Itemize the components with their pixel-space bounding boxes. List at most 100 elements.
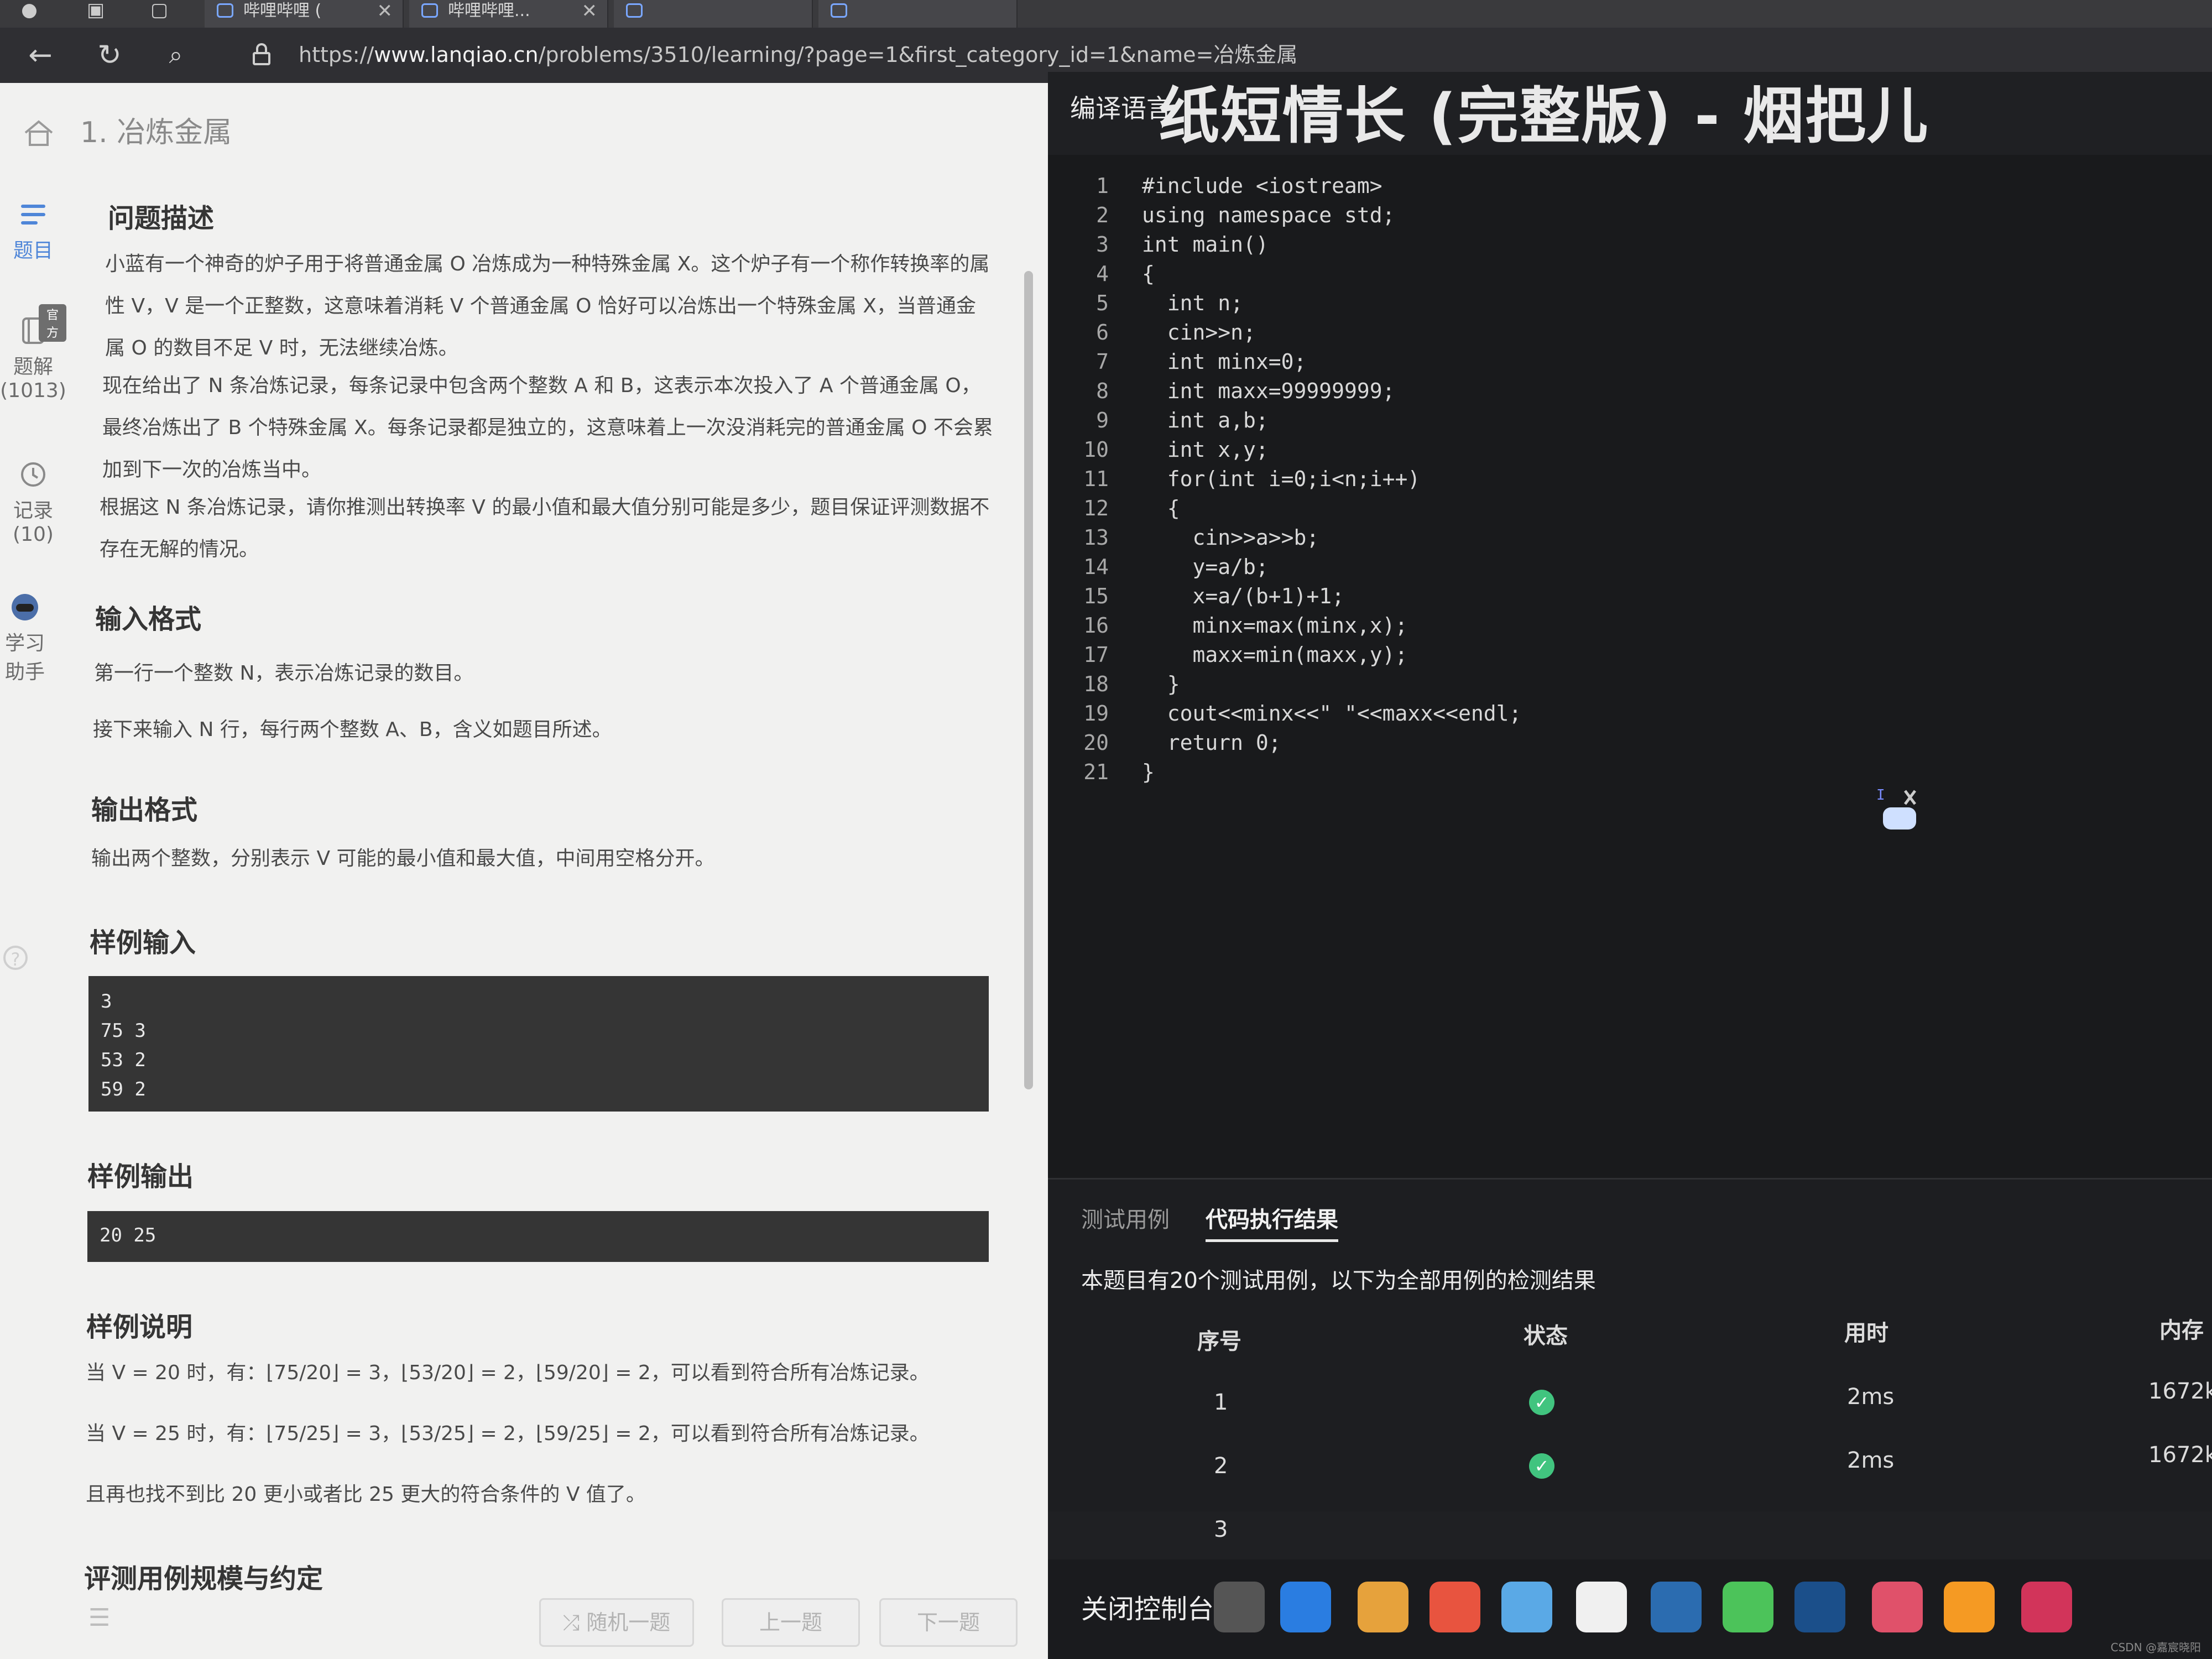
problem-breadcrumb: 1. 冶炼金属 <box>80 116 232 149</box>
line-number: 13 <box>1083 525 1109 550</box>
code-line[interactable]: 7 int minx=0; <box>1048 347 2212 377</box>
code-line[interactable]: 10 int x,y; <box>1048 435 2212 465</box>
explanation-paragraph-2: 当 V = 25 时，有：⌊75/25⌋ = 3，⌊53/25⌋ = 2，⌊59… <box>86 1422 930 1445</box>
code-line[interactable]: 11 for(int i=0;i<n;i++) <box>1048 465 2212 494</box>
code-line[interactable]: 21} <box>1048 758 2212 787</box>
tab-bilibili-1[interactable]: 哔哩哔哩 ( ✕ <box>205 0 404 28</box>
code-line[interactable]: 2 using namespace std; <box>1048 201 2212 230</box>
code-line[interactable]: 9 int a,b; <box>1048 406 2212 435</box>
random-problem-button[interactable]: ⤮ 随机一题 <box>539 1598 694 1647</box>
search-icon[interactable]: ⌕ <box>160 40 191 71</box>
code-line[interactable]: 14 y=a/b; <box>1048 552 2212 582</box>
line-code: maxx=min(maxx,y); <box>1142 643 1408 667</box>
results-panel: 测试用例 代码执行结果 本题目有20个测试用例，以下为全部用例的检测结果 序号 … <box>1048 1180 2212 1542</box>
tab-4[interactable] <box>818 0 1018 28</box>
row-3-index: 3 <box>1214 1517 1228 1542</box>
section-title-sample-explanation: 样例说明 <box>86 1312 193 1343</box>
git-icon[interactable] <box>1430 1582 1480 1632</box>
code-line[interactable]: 8 int maxx=99999999; <box>1048 377 2212 406</box>
line-code: int n; <box>1142 291 1244 315</box>
sidebar-item-records[interactable]: 记录 (10) <box>0 459 66 546</box>
tab-bilibili-2[interactable]: 哔哩哔哩... ✕ <box>409 0 608 28</box>
problem-scrollbar[interactable] <box>1022 166 1035 1604</box>
page-icon <box>626 3 643 18</box>
line-number: 14 <box>1083 555 1109 579</box>
output-paragraph: 输出两个整数，分别表示 V 可能的最小值和最大值，中间用空格分开。 <box>91 847 715 870</box>
input-paragraph-2: 接下来输入 N 行，每行两个整数 A、B，含义如题目所述。 <box>93 718 612 741</box>
refresh-icon[interactable]: ↻ <box>94 40 125 71</box>
code-line[interactable]: 5 int n; <box>1048 289 2212 318</box>
code-line[interactable]: 4{ <box>1048 259 2212 289</box>
line-code: cin>>n; <box>1142 320 1256 345</box>
line-code: minx=max(minx,x); <box>1142 613 1408 638</box>
page-icon <box>831 3 847 18</box>
list-icon <box>21 205 45 225</box>
line-code: y=a/b; <box>1142 555 1269 579</box>
line-number: 16 <box>1083 613 1109 638</box>
devcpp-icon[interactable] <box>1651 1582 1702 1632</box>
wechat-icon[interactable] <box>1723 1582 1773 1632</box>
line-number: 19 <box>1083 701 1109 726</box>
row-1-memory: 1672kb <box>2148 1379 2212 1404</box>
tab-execution-result[interactable]: 代码执行结果 <box>1206 1202 1338 1242</box>
store-icon[interactable] <box>1358 1582 1408 1632</box>
code-editor[interactable]: 1 #include <iostream> 2 using namespace std… <box>1048 155 2212 1178</box>
section-title-description: 问题描述 <box>108 203 215 234</box>
collections-icon[interactable]: ▣ <box>83 0 108 22</box>
code-line[interactable]: 1 #include <iostream> <box>1048 171 2212 201</box>
profile-icon[interactable]: ● <box>17 0 42 22</box>
code-line[interactable]: 19 cout<<minx<<" "<<maxx<<endl; <box>1048 699 2212 728</box>
code-line[interactable]: 20 return 0; <box>1048 728 2212 758</box>
section-title-test-scale: 评测用例规模与约定 <box>84 1563 324 1594</box>
row-2-time: 2ms <box>1847 1448 1895 1473</box>
sidebar-item-assistant[interactable]: 学习助手 <box>0 592 50 685</box>
sidebar-item-problem[interactable]: 题目 <box>0 199 66 263</box>
back-arrow-icon[interactable]: ← <box>25 40 56 71</box>
header-time: 用时 <box>1844 1321 1888 1346</box>
task-view-icon[interactable] <box>1214 1582 1265 1632</box>
code-line[interactable]: 17 maxx=min(maxx,y); <box>1048 640 2212 670</box>
netease-music-icon[interactable] <box>1872 1582 1923 1632</box>
svg-text:I: I <box>1876 787 1885 804</box>
close-console-button[interactable]: 关闭控制台 <box>1081 1587 1214 1626</box>
code-line[interactable]: 18 } <box>1048 670 2212 699</box>
help-icon[interactable]: ? <box>3 946 28 970</box>
qq-icon[interactable] <box>1576 1582 1627 1632</box>
description-paragraph-3: 根据这 N 条冶炼记录，请你推测出转换率 V 的最小值和最大值分别可能是多少，题… <box>100 496 990 561</box>
home-icon[interactable] <box>23 119 54 147</box>
sidebar-item-solutions[interactable]: 官方 题解 (1013) <box>0 304 66 402</box>
input-paragraph-1: 第一行一个整数 N，表示冶炼记录的数目。 <box>94 662 474 685</box>
code-line[interactable]: 12 { <box>1048 494 2212 523</box>
code-line[interactable]: 3 int main() <box>1048 230 2212 259</box>
section-title-sample-output: 样例输出 <box>87 1161 194 1192</box>
code-line[interactable]: 6 cin>>n; <box>1048 318 2212 347</box>
section-title-sample-input: 样例输入 <box>90 927 196 958</box>
line-number: 20 <box>1083 731 1109 755</box>
steam-icon[interactable] <box>1794 1582 1845 1632</box>
line-number: 9 <box>1096 408 1109 432</box>
code-line[interactable]: 15 x=a/(b+1)+1; <box>1048 582 2212 611</box>
arc-app-icon[interactable] <box>2021 1582 2072 1632</box>
lock-icon[interactable] <box>252 43 272 66</box>
url-field[interactable]: https://www.lanqiao.cn/problems/3510/lea… <box>299 35 1297 74</box>
edge-icon[interactable] <box>1280 1582 1331 1632</box>
tab-3[interactable] <box>614 0 813 28</box>
browser-ball-icon[interactable] <box>1501 1582 1552 1632</box>
close-icon[interactable]: ✕ <box>582 0 598 22</box>
orange-app-icon[interactable] <box>1944 1582 1995 1632</box>
line-code: return 0; <box>1142 731 1281 755</box>
close-icon[interactable]: ✕ <box>377 0 393 22</box>
line-number: 1 <box>1096 174 1109 198</box>
code-line[interactable]: 13 cin>>a>>b; <box>1048 523 2212 552</box>
line-code: int x,y; <box>1142 437 1269 462</box>
next-problem-button[interactable]: 下一题 <box>879 1598 1018 1647</box>
tab-test-cases[interactable]: 测试用例 <box>1081 1202 1170 1234</box>
code-line[interactable]: 16 minx=max(minx,x); <box>1048 611 2212 640</box>
description-paragraph-2: 现在给出了 N 条冶炼记录，每条记录中包含两个整数 A 和 B，这表示本次投入了… <box>102 374 993 481</box>
row-2-memory: 1672kb <box>2148 1442 2212 1468</box>
tab-actions-icon[interactable]: ▢ <box>147 0 172 22</box>
line-number: 10 <box>1083 437 1109 462</box>
prev-problem-button[interactable]: 上一题 <box>722 1598 860 1647</box>
line-code: } <box>1142 760 1155 784</box>
line-code: #include <iostream> <box>1142 174 1383 198</box>
